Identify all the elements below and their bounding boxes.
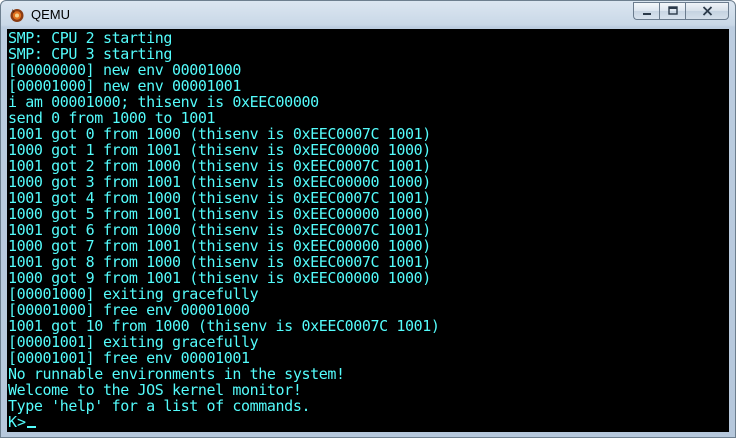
terminal-line: 1001 got 10 from 1000 (thisenv is 0xEEC0… <box>8 317 440 335</box>
terminal-line: 1000 got 9 from 1001 (thisenv is 0xEEC00… <box>8 269 431 287</box>
terminal-line: 1001 got 4 from 1000 (thisenv is 0xEEC00… <box>8 189 431 207</box>
minimize-icon <box>642 13 651 15</box>
terminal-line: [00000000] new env 00001000 <box>8 61 242 79</box>
terminal-screen[interactable]: SMP: CPU 2 starting SMP: CPU 3 starting … <box>7 29 729 432</box>
terminal-line: send 0 from 1000 to 1001 <box>8 109 216 127</box>
window-controls <box>633 2 729 21</box>
maximize-icon <box>667 6 678 15</box>
terminal-line: 1001 got 2 from 1000 (thisenv is 0xEEC00… <box>8 157 431 175</box>
terminal-line: 1000 got 7 from 1001 (thisenv is 0xEEC00… <box>8 237 431 255</box>
minimize-button[interactable] <box>633 2 659 20</box>
terminal-line: i am 00001000; thisenv is 0xEEC00000 <box>8 93 319 111</box>
terminal-line: 1001 got 8 from 1000 (thisenv is 0xEEC00… <box>8 253 431 271</box>
terminal-line: Type 'help' for a list of commands. <box>8 397 311 415</box>
title-bar[interactable]: QEMU <box>1 1 735 28</box>
terminal-line: SMP: CPU 2 starting <box>8 29 172 47</box>
terminal-line: 1000 got 1 from 1001 (thisenv is 0xEEC00… <box>8 141 431 159</box>
terminal-line: 1000 got 5 from 1001 (thisenv is 0xEEC00… <box>8 205 431 223</box>
terminal-line: No runnable environments in the system! <box>8 365 345 383</box>
window-title: QEMU <box>31 7 70 22</box>
command-prompt-row[interactable]: K> <box>8 414 440 430</box>
terminal-line: [00001000] free env 00001000 <box>8 301 250 319</box>
terminal-line: Welcome to the JOS kernel monitor! <box>8 381 302 399</box>
close-button[interactable] <box>685 2 729 20</box>
terminal-line: [00001000] exiting gracefully <box>8 285 259 303</box>
terminal-line: 1001 got 0 from 1000 (thisenv is 0xEEC00… <box>8 125 431 143</box>
terminal-output: SMP: CPU 2 starting SMP: CPU 3 starting … <box>8 30 440 430</box>
qemu-app-icon[interactable] <box>9 7 25 23</box>
close-icon <box>702 6 712 16</box>
text-cursor <box>27 426 37 428</box>
terminal-line: [00001001] exiting gracefully <box>8 333 259 351</box>
terminal-line: [00001001] free env 00001001 <box>8 349 250 367</box>
maximize-button[interactable] <box>659 2 685 20</box>
terminal-line: 1001 got 6 from 1000 (thisenv is 0xEEC00… <box>8 221 431 239</box>
terminal-line: [00001000] new env 00001001 <box>8 77 242 95</box>
terminal-line: SMP: CPU 3 starting <box>8 45 172 63</box>
terminal-line: 1000 got 3 from 1001 (thisenv is 0xEEC00… <box>8 173 431 191</box>
command-prompt: K> <box>8 413 27 431</box>
qemu-window: QEMU SMP: CPU 2 starting SMP: CPU 3 star… <box>0 0 736 438</box>
